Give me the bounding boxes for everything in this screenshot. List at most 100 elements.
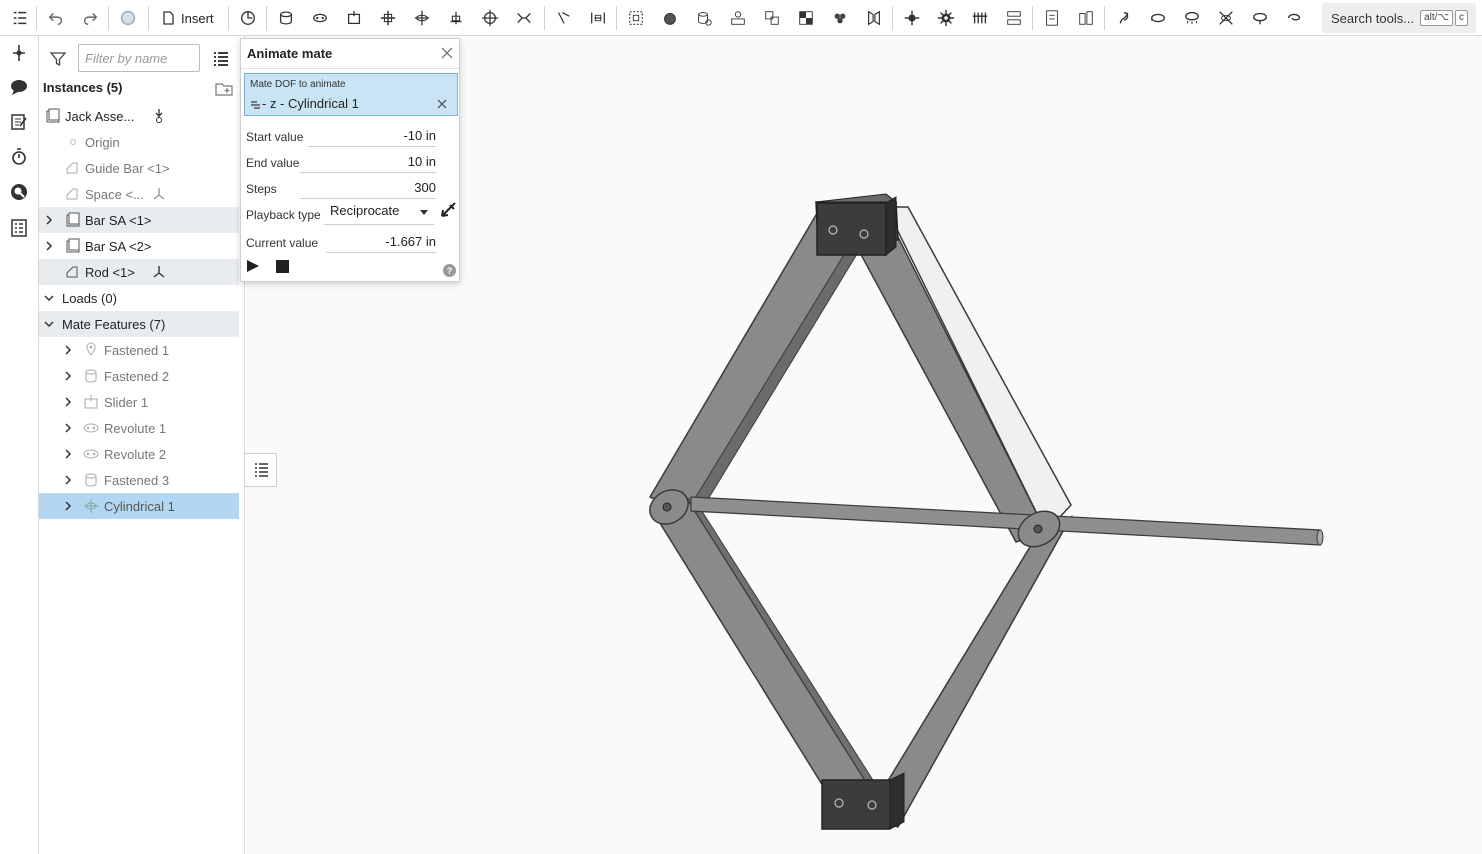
help-icon[interactable]: ? — [443, 264, 456, 277]
instances-header[interactable]: Instances (5) — [43, 80, 122, 95]
filter-by-name-input[interactable] — [78, 44, 200, 72]
chevron-right-icon[interactable] — [62, 474, 74, 486]
revolute-mate-icon[interactable] — [308, 6, 332, 30]
playback-type-select[interactable]: Reciprocate — [324, 203, 434, 225]
play-icon[interactable] — [246, 259, 260, 273]
loads-header-row[interactable]: Loads (0) — [39, 285, 239, 311]
mate-row-revolute-2[interactable]: Revolute 2 — [39, 441, 239, 467]
revolute-icon — [83, 423, 99, 433]
width-mate-icon[interactable] — [586, 6, 610, 30]
feature-list-icon[interactable] — [8, 6, 32, 30]
gear-relation-icon[interactable] — [692, 6, 716, 30]
instance-row-bar-sa-2[interactable]: Bar SA <2> — [39, 233, 239, 259]
list-view-icon[interactable] — [212, 50, 230, 68]
pin-slot-mate-icon[interactable] — [444, 6, 468, 30]
planar-mate-icon[interactable] — [376, 6, 400, 30]
filter-icon[interactable] — [49, 50, 67, 68]
slider-mate-icon[interactable] — [342, 6, 366, 30]
mate-row-fastened-1[interactable]: Fastened 1 — [39, 337, 239, 363]
named-position-icon[interactable] — [1002, 6, 1026, 30]
fixed-axes-icon — [153, 266, 165, 278]
fixed-axes-icon — [153, 188, 165, 200]
mate-connector-icon[interactable] — [236, 6, 260, 30]
slider-icon — [84, 395, 98, 409]
mate-features-header-row[interactable]: Mate Features (7) — [39, 311, 239, 337]
chevron-right-icon[interactable] — [62, 448, 74, 460]
instance-row-bar-sa-1[interactable]: Bar SA <1> — [39, 207, 239, 233]
playback-type-label: Playback type — [246, 208, 321, 222]
mate-dof-selection-box[interactable]: Mate DOF to animate - z - Cylindrical 1 — [244, 73, 458, 116]
update-icon[interactable] — [116, 6, 140, 30]
instance-row-jack-assembly[interactable]: Jack Asse... — [39, 103, 239, 129]
left-rail — [0, 36, 39, 854]
clear-selection-icon[interactable] — [437, 99, 447, 109]
spin-motion-icon[interactable] — [1180, 6, 1204, 30]
chevron-right-icon[interactable] — [62, 422, 74, 434]
animate-mate-dialog: Animate mate Mate DOF to animate - z - C… — [240, 38, 460, 282]
parallel-mate-icon[interactable] — [512, 6, 536, 30]
section-view-icon[interactable] — [1074, 6, 1098, 30]
chevron-right-icon[interactable] — [43, 214, 55, 226]
add-folder-icon[interactable] — [214, 80, 234, 98]
gear-icon[interactable] — [934, 6, 958, 30]
motion-icon[interactable] — [1112, 6, 1136, 30]
mate-row-slider-1[interactable]: Slider 1 — [39, 389, 239, 415]
replicate-icon[interactable] — [828, 6, 852, 30]
stop-icon[interactable] — [276, 260, 289, 273]
orbit-icon[interactable] — [1248, 6, 1272, 30]
chevron-right-icon[interactable] — [62, 344, 74, 356]
mate-row-fastened-2[interactable]: Fastened 2 — [39, 363, 239, 389]
rotate-motion-icon[interactable] — [1146, 6, 1170, 30]
bom-icon[interactable] — [7, 216, 31, 240]
steps-row: Steps 300 — [246, 179, 436, 199]
appearance-icon[interactable] — [7, 180, 31, 204]
chevron-right-icon[interactable] — [43, 240, 55, 252]
instance-row-rod[interactable]: Rod <1> — [39, 259, 239, 285]
lower-left-arm-edge — [685, 496, 878, 786]
relation-icon[interactable] — [658, 6, 682, 30]
measure-icon[interactable] — [1040, 6, 1064, 30]
mate-connector-rail-icon[interactable] — [7, 41, 31, 65]
spiral-icon[interactable] — [1282, 6, 1306, 30]
start-value-field[interactable]: -10 in — [308, 128, 436, 147]
collapse-panel-button[interactable] — [245, 453, 277, 487]
chevron-right-icon[interactable] — [62, 396, 74, 408]
close-icon[interactable] — [440, 46, 454, 60]
mate-row-cylindrical-1[interactable]: Cylindrical 1 — [39, 493, 239, 519]
ball-mate-icon[interactable] — [478, 6, 502, 30]
comments-icon[interactable] — [7, 75, 31, 99]
notes-icon[interactable] — [7, 110, 31, 134]
instance-row-space[interactable]: Space <... — [39, 181, 239, 207]
steps-field[interactable]: 300 — [300, 180, 436, 199]
redo-icon[interactable] — [78, 6, 102, 30]
tangent-mate-icon[interactable] — [552, 6, 576, 30]
end-value-field[interactable]: 10 in — [300, 154, 436, 173]
chevron-down-icon[interactable] — [43, 292, 55, 304]
instance-row-origin[interactable]: Origin — [39, 129, 239, 155]
shortcut-key-alt: alt/⌥ — [1420, 10, 1453, 26]
rack-pinion-icon[interactable] — [726, 6, 750, 30]
insert-button[interactable]: Insert — [156, 6, 218, 30]
flip-direction-icon[interactable] — [438, 201, 458, 221]
mate-row-revolute-1[interactable]: Revolute 1 — [39, 415, 239, 441]
fastened-mate-icon[interactable] — [274, 6, 298, 30]
caret-down-icon — [420, 210, 428, 215]
group-icon[interactable] — [624, 6, 648, 30]
sub-assembly-icon — [155, 109, 163, 123]
search-tools-input[interactable]: Search tools... alt/⌥ c — [1322, 3, 1476, 33]
chevron-right-icon[interactable] — [62, 500, 74, 512]
mirror-icon[interactable] — [862, 6, 886, 30]
twist-motion-icon[interactable] — [1214, 6, 1238, 30]
fastener-icon[interactable] — [968, 6, 992, 30]
mate-row-fastened-3[interactable]: Fastened 3 — [39, 467, 239, 493]
loads-header: Loads (0) — [62, 290, 117, 306]
linear-relation-icon[interactable] — [794, 6, 818, 30]
explode-icon[interactable] — [900, 6, 924, 30]
chevron-right-icon[interactable] — [62, 370, 74, 382]
instance-row-guide-bar[interactable]: Guide Bar <1> — [39, 155, 239, 181]
cylindrical-mate-icon[interactable] — [410, 6, 434, 30]
screw-relation-icon[interactable] — [760, 6, 784, 30]
undo-icon[interactable] — [44, 6, 68, 30]
chevron-down-icon[interactable] — [43, 318, 55, 330]
history-icon[interactable] — [7, 145, 31, 169]
